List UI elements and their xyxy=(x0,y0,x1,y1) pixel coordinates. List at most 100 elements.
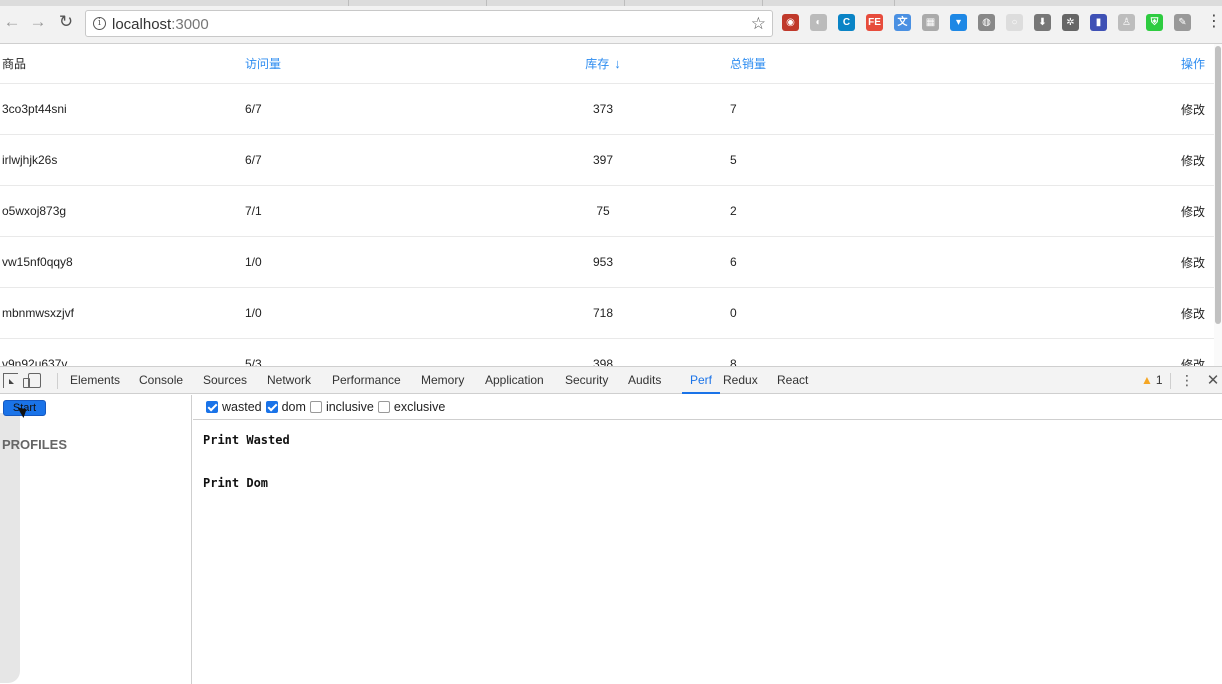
page-content: 商品 访问量 库存 ↓ 总销量 操作 3co3pt44sni 6/7 373 7 修改 i… xyxy=(0,44,1222,366)
page-scrollbar[interactable] xyxy=(1214,44,1222,366)
table-row: 3co3pt44sni 6/7 373 7 修改 xyxy=(0,84,1214,135)
ext-globe-icon[interactable]: ◍ xyxy=(978,14,995,31)
table-row: mbnmwsxzjvf 1/0 718 0 修改 xyxy=(0,288,1214,339)
back-icon[interactable]: ← xyxy=(3,13,21,31)
browser-toolbar: ← → ↻ i localhost:3000 ☆ ◉ ◐ C FE 文 ▦ ▾ ◍ ○ ⬇ ✲ ▮ ♙ ⛨… xyxy=(0,0,1222,44)
option-exclusive[interactable]: exclusive xyxy=(377,400,446,414)
tab-react[interactable]: React xyxy=(777,367,808,394)
warning-icon: ▲ xyxy=(1141,373,1153,387)
header-visits[interactable]: 访问量 xyxy=(245,44,281,83)
cell-name: mbnmwsxzjvf xyxy=(2,306,75,320)
option-inclusive[interactable]: inclusive xyxy=(309,400,374,414)
tab-console[interactable]: Console xyxy=(139,367,183,394)
address-bar[interactable]: i localhost:3000 ☆ xyxy=(85,10,773,37)
sort-down-icon[interactable]: ↓ xyxy=(614,56,621,71)
warnings-counter[interactable]: ▲ 1 xyxy=(1141,367,1163,394)
cell-name: irlwjhjk26s xyxy=(2,153,58,167)
tab-audits[interactable]: Audits xyxy=(628,367,661,394)
browser-menu-icon[interactable]: ⋮ xyxy=(1206,12,1222,32)
wasted-checkbox[interactable] xyxy=(206,401,218,413)
option-dom[interactable]: dom xyxy=(265,400,306,414)
url-text[interactable]: localhost:3000 xyxy=(112,16,209,33)
ext-red-icon[interactable]: ◉ xyxy=(782,14,799,31)
ext-blue-c-icon[interactable]: C xyxy=(838,14,855,31)
ext-circle-icon[interactable]: ○ xyxy=(1006,14,1023,31)
ext-edit-icon[interactable]: ✎ xyxy=(1174,14,1191,31)
warning-count: 1 xyxy=(1155,373,1163,387)
ext-flag-icon[interactable]: ▮ xyxy=(1090,14,1107,31)
ext-table-icon[interactable]: ▦ xyxy=(922,14,939,31)
reload-icon[interactable]: ↻ xyxy=(57,13,75,31)
edit-link[interactable]: 修改 xyxy=(1150,288,1205,338)
header-sales[interactable]: 总销量 xyxy=(730,44,766,83)
tab-redux[interactable]: Redux xyxy=(723,367,758,394)
cell-sales: 5 xyxy=(730,153,737,167)
ext-gear-icon[interactable]: ✲ xyxy=(1062,14,1079,31)
cell-name: v9n92u637v xyxy=(2,357,68,366)
option-wasted[interactable]: wasted xyxy=(206,400,262,414)
cell-stock: 373 xyxy=(592,102,614,116)
tab-sources[interactable]: Sources xyxy=(203,367,247,394)
ext-person-icon[interactable]: ♙ xyxy=(1118,14,1135,31)
header-stock-label: 库存 xyxy=(585,57,610,71)
table-row: v9n92u637v 5/3 398 8 修改 xyxy=(0,339,1214,366)
perf-output-line: Print Wasted xyxy=(203,433,290,447)
dom-label: dom xyxy=(281,400,306,414)
tab-application[interactable]: Application xyxy=(485,367,544,394)
edit-link[interactable]: 修改 xyxy=(1150,237,1205,287)
tab-memory[interactable]: Memory xyxy=(421,367,464,394)
divider xyxy=(57,373,58,389)
ext-shield-icon[interactable]: ⛨ xyxy=(1146,14,1163,31)
header-name: 商品 xyxy=(2,57,27,71)
tab-performance[interactable]: Performance xyxy=(332,367,401,394)
cell-name: o5wxoj873g xyxy=(2,204,67,218)
perf-output-line: Print Dom xyxy=(203,476,269,490)
table-row: vw15nf0qqy8 1/0 953 6 修改 xyxy=(0,237,1214,288)
dom-checkbox[interactable] xyxy=(265,401,278,413)
cell-sales: 8 xyxy=(730,357,737,366)
cell-sales: 2 xyxy=(730,204,737,218)
cell-stock: 953 xyxy=(592,255,614,269)
edit-link[interactable]: 修改 xyxy=(1150,186,1205,236)
tab-strip xyxy=(0,0,1222,6)
cell-stock: 718 xyxy=(592,306,614,320)
ext-grey-icon[interactable]: ◐ xyxy=(810,14,827,31)
devtools-tabbar: Elements Console Sources Network Performance… xyxy=(0,367,1222,394)
inclusive-checkbox[interactable] xyxy=(309,401,322,413)
header-stock[interactable]: 库存 ↓ xyxy=(560,44,646,83)
device-toolbar-icon[interactable] xyxy=(23,373,41,388)
inspect-element-icon[interactable] xyxy=(3,373,18,388)
table-header: 商品 访问量 库存 ↓ 总销量 操作 xyxy=(0,44,1214,84)
ext-download-icon[interactable]: ⬇ xyxy=(1034,14,1051,31)
ext-translate-icon[interactable]: 文 xyxy=(894,14,911,31)
cell-visits: 7/1 xyxy=(245,204,262,218)
ext-fe-icon[interactable]: FE xyxy=(866,14,883,31)
cell-stock: 397 xyxy=(592,153,614,167)
cell-sales: 6 xyxy=(730,255,737,269)
page-scrollbar-thumb[interactable] xyxy=(1215,46,1221,324)
perf-options-bar: wasted dom inclusive exclusive xyxy=(193,395,1222,420)
devtools-menu-icon[interactable]: ⋮ xyxy=(1180,367,1194,394)
tab-elements[interactable]: Elements xyxy=(70,367,120,394)
ext-pocket-icon[interactable]: ▾ xyxy=(950,14,967,31)
edit-link[interactable]: 修改 xyxy=(1150,339,1205,367)
bookmark-star-icon[interactable]: ☆ xyxy=(751,14,766,34)
exclusive-label: exclusive xyxy=(393,400,446,414)
cell-sales: 7 xyxy=(730,102,737,116)
edit-link[interactable]: 修改 xyxy=(1150,84,1205,134)
info-icon[interactable]: i xyxy=(93,17,106,30)
exclusive-checkbox[interactable] xyxy=(377,401,390,413)
divider xyxy=(1170,373,1171,389)
cell-visits: 6/7 xyxy=(245,102,262,116)
tab-security[interactable]: Security xyxy=(565,367,608,394)
forward-icon[interactable]: → xyxy=(29,13,47,31)
table-row: o5wxoj873g 7/1 75 2 修改 xyxy=(0,186,1214,237)
edit-link[interactable]: 修改 xyxy=(1150,135,1205,185)
drawer-edge xyxy=(0,413,20,683)
url-port: :3000 xyxy=(171,16,209,33)
cell-visits: 1/0 xyxy=(245,306,262,320)
tab-network[interactable]: Network xyxy=(267,367,311,394)
close-icon[interactable]: ✕ xyxy=(1206,367,1220,394)
tab-perf[interactable]: Perf xyxy=(682,367,721,394)
perf-output: Print Wasted Print Dom xyxy=(203,433,290,519)
